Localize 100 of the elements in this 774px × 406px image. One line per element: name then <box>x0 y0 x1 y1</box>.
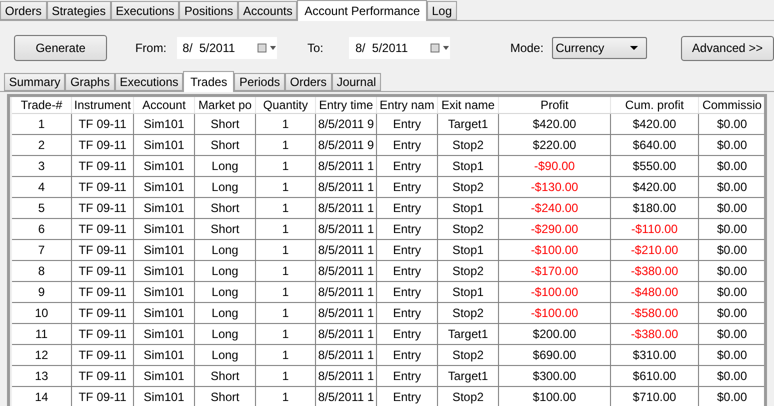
table-cell: $0.00 <box>699 156 764 176</box>
table-cell: Sim101 <box>134 261 195 281</box>
sub-tab[interactable]: Journal <box>332 73 382 91</box>
table-cell: 8/5/2011 1 <box>316 303 377 323</box>
table-cell: $220.00 <box>499 135 611 155</box>
table-cell: TF 09-11 <box>72 303 134 323</box>
table-cell: 1 <box>256 282 316 302</box>
table-cell: TF 09-11 <box>72 198 134 218</box>
table-cell: Entry <box>377 303 438 323</box>
table-cell: -$100.00 <box>499 303 611 323</box>
table-cell: TF 09-11 <box>72 387 134 406</box>
sub-tab[interactable]: Executions <box>114 73 184 91</box>
table-cell: Stop2 <box>438 177 499 197</box>
table-cell: -$110.00 <box>611 219 699 239</box>
table-cell: 2 <box>12 135 72 155</box>
table-cell: 1 <box>256 345 316 365</box>
table-cell: Target1 <box>438 324 499 344</box>
table-cell: Short <box>195 114 256 134</box>
table-cell: $420.00 <box>611 177 699 197</box>
column-header[interactable]: Profit <box>499 97 611 113</box>
table-cell: Entry <box>377 387 438 406</box>
table-cell: Sim101 <box>134 366 195 386</box>
table-cell: Stop2 <box>438 261 499 281</box>
table-cell: 13 <box>12 366 72 386</box>
table-cell: Long <box>195 261 256 281</box>
table-cell: $420.00 <box>611 114 699 134</box>
sub-tab[interactable]: Summary <box>4 73 66 91</box>
table-cell: 1 <box>256 387 316 406</box>
table-cell: 14 <box>12 387 72 406</box>
table-cell: -$90.00 <box>499 156 611 176</box>
to-date-field[interactable]: 8/ 5/2011 <box>349 37 450 59</box>
table-cell: 8/5/2011 1 <box>316 219 377 239</box>
main-tab[interactable]: Strategies <box>46 1 111 20</box>
table-cell: Entry <box>377 240 438 260</box>
table-cell: Entry <box>377 282 438 302</box>
dropdown-arrow-icon <box>630 46 638 50</box>
from-date-field[interactable]: 8/ 5/2011 <box>176 37 278 59</box>
table-cell: Short <box>195 387 256 406</box>
table-cell: 1 <box>256 261 316 281</box>
column-header[interactable]: Exit name <box>438 97 499 113</box>
table-cell: $0.00 <box>699 114 764 134</box>
main-tab[interactable]: Positions <box>179 1 238 20</box>
calendar-icon[interactable] <box>257 43 278 53</box>
table-cell: $610.00 <box>611 366 699 386</box>
table-cell: TF 09-11 <box>72 261 134 281</box>
table-cell: $0.00 <box>699 282 764 302</box>
table-cell: Long <box>195 345 256 365</box>
sub-tab[interactable]: Trades <box>183 71 234 92</box>
column-header[interactable]: Quantity <box>256 97 316 113</box>
column-header[interactable]: Account <box>134 97 195 113</box>
advanced-button[interactable]: Advanced >> <box>680 36 774 60</box>
main-tab[interactable]: Log <box>426 1 457 20</box>
calendar-icon[interactable] <box>430 43 450 53</box>
table-cell: Target1 <box>438 114 499 134</box>
table-cell: Sim101 <box>134 114 195 134</box>
table-cell: 8/5/2011 1 <box>316 240 377 260</box>
table-cell: $640.00 <box>611 135 699 155</box>
table-cell: Entry <box>377 156 438 176</box>
table-cell: $100.00 <box>499 387 611 406</box>
table-cell: Long <box>195 303 256 323</box>
table-cell: 1 <box>256 324 316 344</box>
table-cell: $180.00 <box>611 198 699 218</box>
table-cell: Long <box>195 177 256 197</box>
table-cell: 8/5/2011 1 <box>316 324 377 344</box>
sub-tab[interactable]: Orders <box>285 73 332 91</box>
table-cell: Stop1 <box>438 156 499 176</box>
column-header[interactable]: Entry nam <box>377 97 438 113</box>
table-cell: TF 09-11 <box>72 135 134 155</box>
table-cell: 1 <box>256 177 316 197</box>
table-cell: 1 <box>12 114 72 134</box>
table-cell: Short <box>195 366 256 386</box>
table-cell: -$210.00 <box>611 240 699 260</box>
main-tab[interactable]: Executions <box>110 1 180 20</box>
table-cell: $0.00 <box>699 135 764 155</box>
table-cell: $420.00 <box>499 114 611 134</box>
column-header[interactable]: Commissio <box>699 97 764 113</box>
main-tab[interactable]: Orders <box>0 1 47 20</box>
main-tab[interactable]: Account Performance <box>297 0 427 21</box>
column-header[interactable]: Entry time <box>316 97 377 113</box>
generate-button[interactable]: Generate <box>14 35 108 61</box>
table-cell: 10 <box>12 303 72 323</box>
table-cell: 3 <box>12 156 72 176</box>
table-cell: -$130.00 <box>499 177 611 197</box>
column-header[interactable]: Instrument <box>72 97 134 113</box>
column-header[interactable]: Cum. profit <box>611 97 699 113</box>
main-tab[interactable]: Accounts <box>238 1 298 20</box>
column-header[interactable]: Market po <box>195 97 256 113</box>
table-cell: Sim101 <box>134 324 195 344</box>
table-cell: Sim101 <box>134 219 195 239</box>
mode-dropdown[interactable]: Currency <box>552 37 647 59</box>
column-header[interactable]: Trade-# <box>12 97 72 113</box>
table-cell: 8/5/2011 1 <box>316 156 377 176</box>
table-cell: Sim101 <box>134 156 195 176</box>
table-cell: 7 <box>12 240 72 260</box>
table-cell: 1 <box>256 135 316 155</box>
sub-tab[interactable]: Periods <box>234 73 285 91</box>
table-cell: Stop1 <box>438 240 499 260</box>
sub-tab[interactable]: Graphs <box>65 73 115 91</box>
table-cell: -$580.00 <box>611 303 699 323</box>
mode-label: Mode: <box>510 40 544 57</box>
